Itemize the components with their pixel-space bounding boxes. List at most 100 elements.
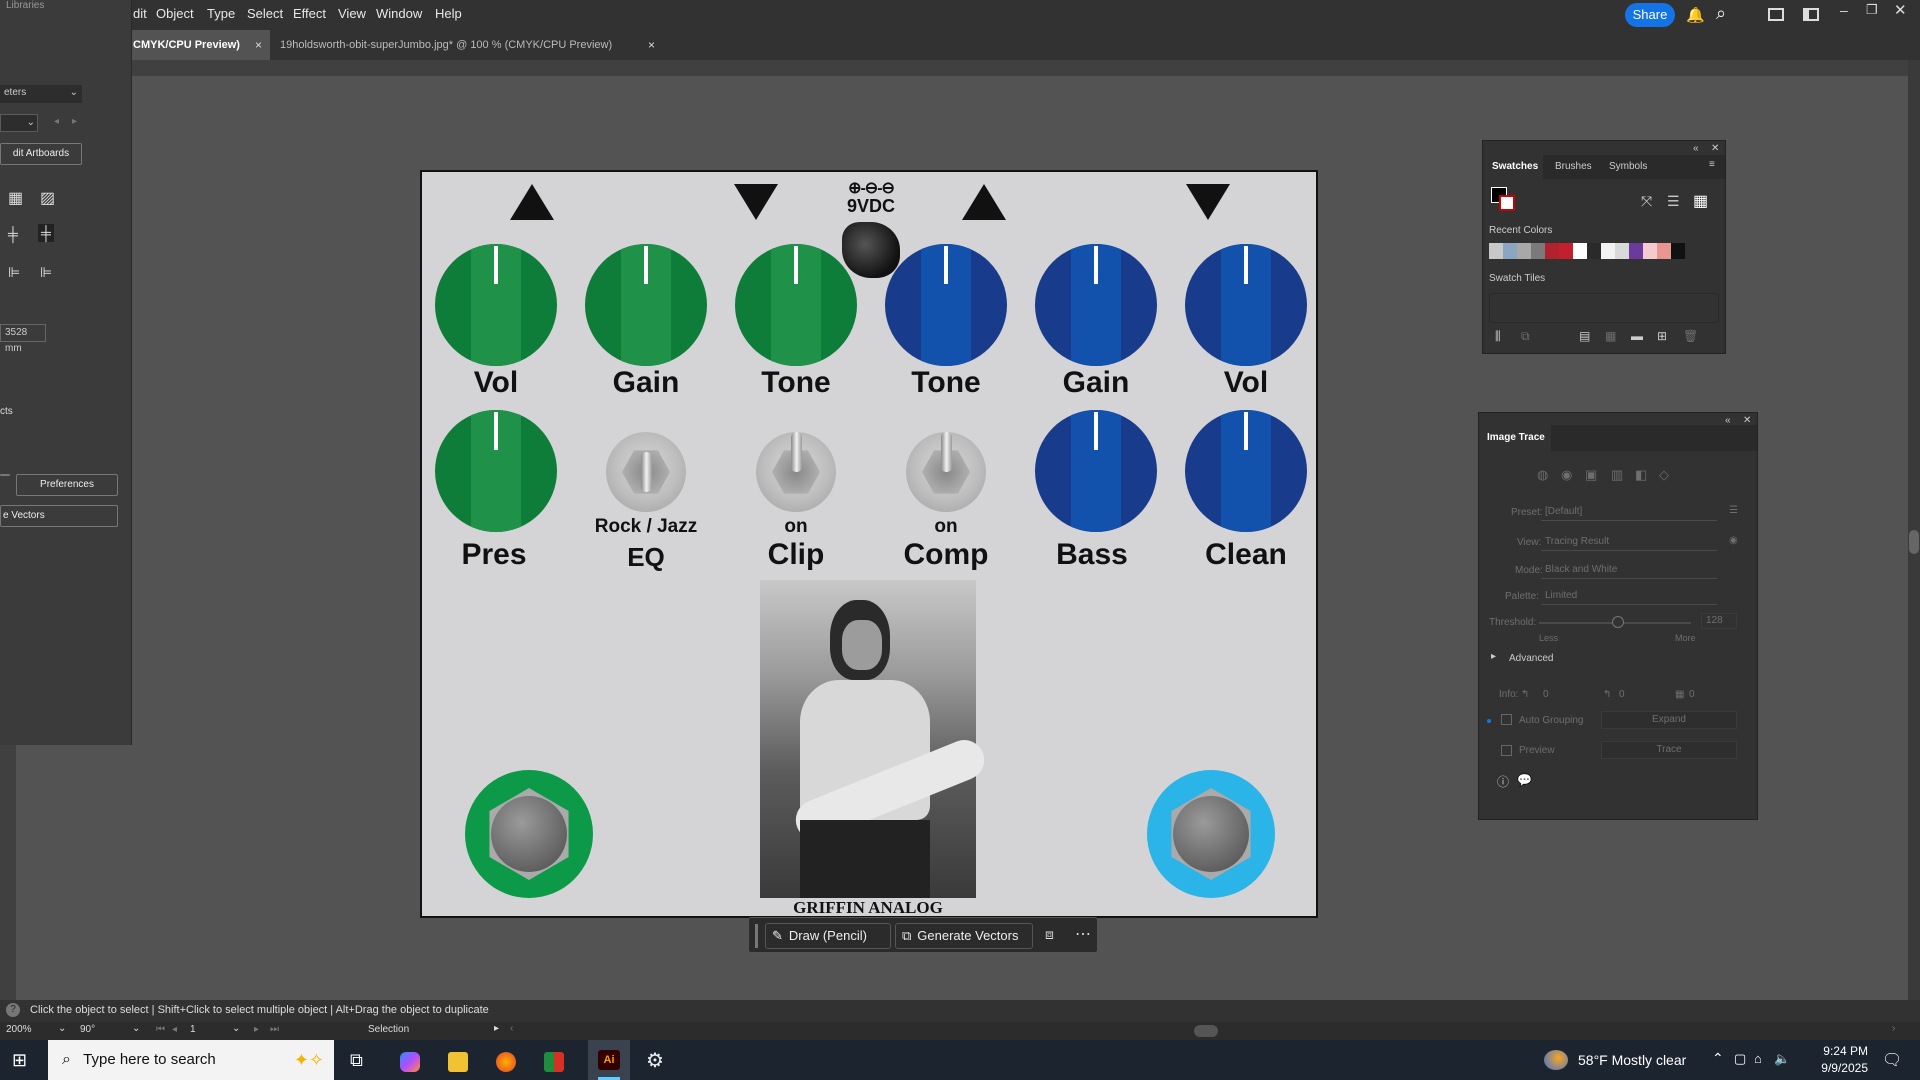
first-artboard-icon[interactable]: ⏮ [156,1024,165,1035]
app-icon[interactable] [544,1052,564,1072]
image-options-icon[interactable]: ⧈ [1045,926,1054,943]
recent-swatch[interactable] [1629,243,1643,259]
advanced-label[interactable]: Advanced [1509,653,1553,664]
preferences-button[interactable]: Preferences [16,474,118,496]
artboard[interactable]: ⊕-⊖-⊖ 9VDC Vol Gain Tone Tone Gain Vol R… [420,170,1318,918]
parameters-dropdown[interactable]: eters ⌄ [0,85,82,103]
status-menu-icon[interactable]: ▸ [494,1023,499,1034]
more-options-icon[interactable]: ⋯ [1075,924,1091,944]
bell-icon[interactable]: 🔔 [1686,6,1705,24]
info-icon[interactable]: ⓘ [1497,773,1509,790]
grid-icon[interactable]: ▦ [8,188,23,208]
recent-swatch[interactable] [1587,243,1601,259]
edit-artboards-button[interactable]: dit Artboards [0,143,82,165]
copilot-icon[interactable] [400,1052,420,1072]
swatch-libraries-icon[interactable]: ⫼ [1495,329,1501,344]
panel-menu-icon[interactable]: ≡ [1709,159,1715,170]
mode-select[interactable]: Black and White [1541,563,1717,579]
menu-view[interactable]: View [338,6,366,21]
recent-swatch[interactable] [1545,243,1559,259]
tab-brushes[interactable]: Brushes [1555,161,1592,172]
palette-select[interactable]: Limited [1541,589,1717,605]
knob-tone-left[interactable] [735,244,857,366]
recent-swatch[interactable] [1503,243,1517,259]
align-left-icon[interactable]: ⊫ [8,264,20,281]
chevron-down-icon[interactable]: ⌄ [132,1023,140,1034]
vertical-scrollbar[interactable] [1908,60,1920,1000]
windows-start-icon[interactable]: ⊞ [12,1050,27,1071]
footswitch-right[interactable] [1147,770,1275,898]
help-icon[interactable]: ? [6,1003,20,1017]
collapse-panel-icon[interactable]: « [1693,143,1699,154]
menu-select[interactable]: Select [247,6,283,21]
transparency-grid-icon[interactable]: ▨ [40,188,55,208]
tab-active-document[interactable]: CMYK/CPU Preview) [130,30,270,60]
menu-effect[interactable]: Effect [293,6,326,21]
tab-holdsworth-document[interactable]: 19holdsworth-obit-superJumbo.jpg* @ 100 … [280,30,660,60]
show-swatch-kinds-icon[interactable]: ▤ [1579,329,1590,343]
search-icon[interactable]: ⌕ [1716,3,1726,24]
knob-gain-left[interactable] [585,244,707,366]
last-artboard-icon[interactable]: ⏭ [270,1024,279,1035]
measurement-field[interactable]: 3528 mm [0,324,46,354]
menu-edit[interactable]: dit [133,6,147,21]
footswitch-left[interactable] [465,770,593,898]
recent-swatch[interactable] [1573,243,1587,259]
delete-swatch-icon[interactable]: 🗑 [1683,329,1698,343]
close-panel-icon[interactable]: ✕ [1711,143,1719,154]
knob-bass[interactable] [1035,410,1157,532]
generate-vectors-button[interactable]: ⧉ Generate Vectors [895,923,1033,949]
clock-time[interactable]: 9:24 PM [1808,1044,1868,1058]
black-white-icon[interactable]: ◧ [1635,467,1647,483]
scroll-left-icon[interactable]: ‹ [510,1023,513,1034]
preset-select[interactable]: [Default] [1541,505,1717,521]
recent-swatch[interactable] [1615,243,1629,259]
file-explorer-icon[interactable] [448,1052,468,1072]
toggle-comp[interactable] [906,432,986,512]
knob-gain-right[interactable] [1035,244,1157,366]
recent-swatch[interactable] [1489,243,1503,259]
advanced-disclosure-icon[interactable]: ▸ [1491,651,1496,662]
clock-date[interactable]: 9/9/2025 [1808,1061,1868,1075]
eye-icon[interactable]: ◉ [1729,535,1738,546]
toggle-eq[interactable] [606,432,686,512]
knob-vol-right[interactable] [1185,244,1307,366]
arrange-documents-icon[interactable] [1768,8,1784,21]
align-selected-icon[interactable]: ╪ [38,224,54,242]
swatch-options-icon[interactable]: ▦ [1605,329,1616,343]
previous-artboard-icon[interactable]: ◂ [172,1024,177,1035]
recent-swatch[interactable] [1531,243,1545,259]
recent-swatch[interactable] [1643,243,1657,259]
high-color-icon[interactable]: ◉ [1561,467,1572,483]
menu-window[interactable]: Window [376,6,422,21]
workspace-icon[interactable] [1803,8,1819,21]
knob-tone-right[interactable] [885,244,1007,366]
knob-clean[interactable] [1185,410,1307,532]
expand-button[interactable]: Expand [1601,711,1737,729]
swatch-tiles-area[interactable] [1489,293,1719,323]
low-color-icon[interactable]: ▣ [1585,467,1597,483]
weather-icon[interactable] [1544,1050,1568,1070]
illustrator-taskbar-item[interactable]: Ai [588,1040,630,1080]
scrollbar-thumb[interactable] [1909,530,1919,554]
auto-grouping-checkbox[interactable] [1501,714,1512,725]
tray-app-icon[interactable]: ▢ [1734,1051,1746,1067]
menu-help[interactable]: Help [435,6,462,21]
volume-icon[interactable]: 🔈 [1774,1051,1790,1067]
minimize-icon[interactable]: – [1840,2,1848,18]
knob-vol-left[interactable] [435,244,557,366]
draw-pencil-button[interactable]: ✎ Draw (Pencil) [765,923,891,949]
grid-view-icon[interactable]: ▦ [1693,191,1708,211]
auto-color-icon[interactable]: ◍ [1537,467,1548,483]
toggle-clip[interactable] [756,432,836,512]
tab-swatches[interactable]: Swatches [1483,155,1543,179]
notifications-icon[interactable]: 🗨 [1882,1050,1902,1070]
preview-checkbox[interactable] [1501,745,1512,756]
outline-icon[interactable]: ◇ [1659,467,1669,483]
weather-text[interactable]: 58°F Mostly clear [1578,1052,1686,1068]
chevron-down-icon[interactable]: ⌄ [58,1023,66,1034]
rotate-view[interactable]: 90° [80,1024,95,1035]
scroll-right-icon[interactable]: › [1892,1023,1895,1034]
horizontal-scrollbar-thumb[interactable] [1194,1025,1218,1037]
close-window-icon[interactable]: ✕ [1894,1,1907,19]
